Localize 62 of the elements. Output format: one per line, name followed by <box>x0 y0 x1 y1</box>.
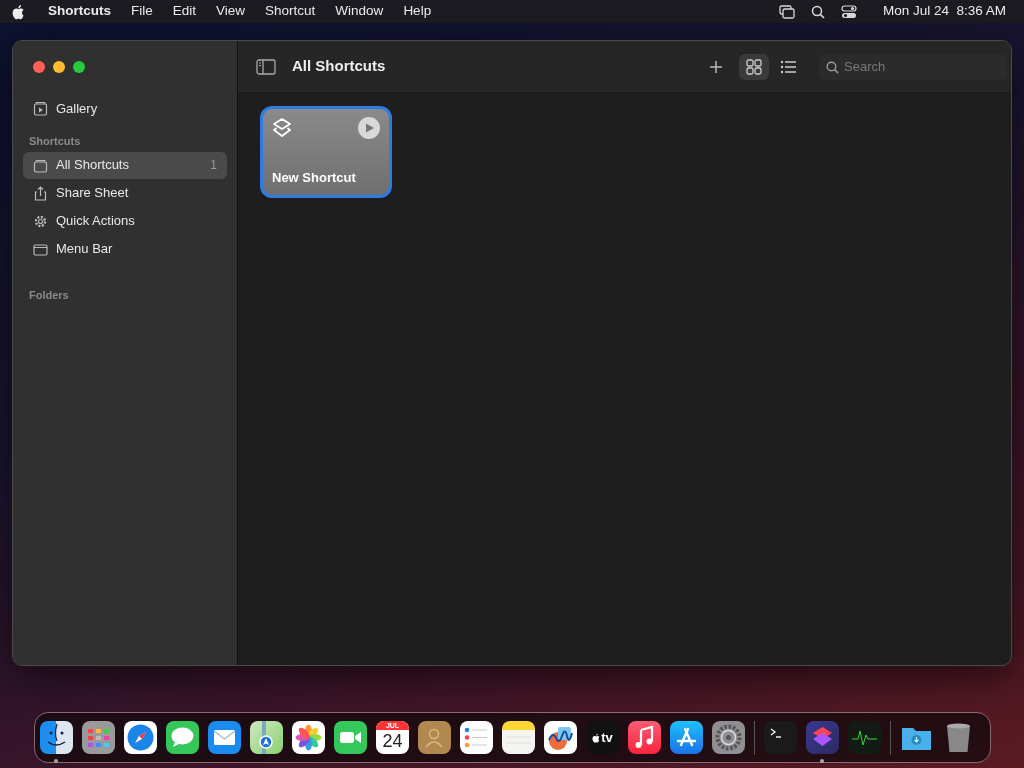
menu-item[interactable]: Window <box>325 1 394 22</box>
search-field[interactable]: Search <box>819 53 1007 80</box>
gallery-icon <box>33 101 48 116</box>
speech-bubble-icon[interactable] <box>166 721 199 754</box>
tv-label: tv <box>601 728 613 747</box>
smiling-face-icon[interactable] <box>40 721 73 754</box>
section-heading: Shortcuts <box>28 134 82 149</box>
sidebar-item[interactable]: Gallery <box>23 95 227 122</box>
menu-item[interactable]: Help <box>393 1 442 22</box>
control-center-icon[interactable] <box>840 4 857 19</box>
tv-icon[interactable]: tv <box>586 721 619 754</box>
tray-icon <box>33 157 48 173</box>
terminal-icon[interactable] <box>764 721 797 754</box>
count-label: 1 <box>210 157 217 174</box>
apple-logo-icon[interactable] <box>12 3 26 20</box>
checklist-icon[interactable] <box>460 721 493 754</box>
shortcut-tile[interactable]: New Shortcut <box>260 106 392 198</box>
scribble-icon[interactable] <box>544 721 577 754</box>
zoom-button[interactable] <box>73 61 85 73</box>
notepad-icon[interactable] <box>502 721 535 754</box>
grid-view-button[interactable] <box>739 53 769 80</box>
menu-item[interactable]: Edit <box>162 1 207 22</box>
share-icon <box>33 185 48 201</box>
layers-icon[interactable] <box>806 721 839 754</box>
sidebar-item[interactable]: Share Sheet <box>23 179 227 207</box>
app-grid-icon[interactable] <box>82 721 115 754</box>
grid-view-icon <box>745 58 763 75</box>
day-label: 24 <box>382 730 403 752</box>
close-button[interactable] <box>33 61 45 73</box>
sidebar-item[interactable]: Menu Bar <box>23 235 227 263</box>
section-heading: Folders <box>28 287 70 303</box>
window-icon <box>33 241 48 257</box>
compass-icon[interactable] <box>124 721 157 754</box>
sidebar-item[interactable]: Quick Actions <box>23 207 227 235</box>
apple-logo-icon <box>592 732 601 743</box>
gear-icon <box>33 213 48 229</box>
gear-icon[interactable] <box>712 721 745 754</box>
clock[interactable]: Mon Jul 24 8:36 AM <box>872 1 1012 22</box>
video-camera-icon[interactable] <box>334 721 367 754</box>
search-icon[interactable] <box>810 4 825 19</box>
window-title: All Shortcuts <box>292 56 386 77</box>
minimize-button[interactable] <box>53 61 65 73</box>
music-note-icon[interactable] <box>628 721 661 754</box>
map-icon[interactable] <box>250 721 283 754</box>
play-icon <box>364 123 374 133</box>
menu-item[interactable]: Shortcut <box>255 1 326 22</box>
screen-mirroring-icon[interactable] <box>778 4 795 19</box>
app-menu[interactable]: Shortcuts <box>38 1 121 22</box>
letter-a-icon[interactable] <box>670 721 703 754</box>
shortcut-name: New Shortcut <box>272 168 357 187</box>
layers-icon <box>272 117 292 139</box>
menu-item[interactable]: File <box>121 1 163 22</box>
waveform-icon[interactable] <box>848 721 881 754</box>
envelope-icon[interactable] <box>208 721 241 754</box>
flower-icon[interactable] <box>292 721 325 754</box>
contact-book-icon[interactable] <box>418 721 451 754</box>
menu-item[interactable]: View <box>206 1 256 22</box>
sidebar-item[interactable]: All Shortcuts 1 <box>23 151 227 179</box>
plus-icon <box>709 59 723 74</box>
play-button[interactable] <box>358 117 380 139</box>
list-view-icon <box>779 58 797 75</box>
sidebar-toggle-icon[interactable] <box>256 58 276 75</box>
